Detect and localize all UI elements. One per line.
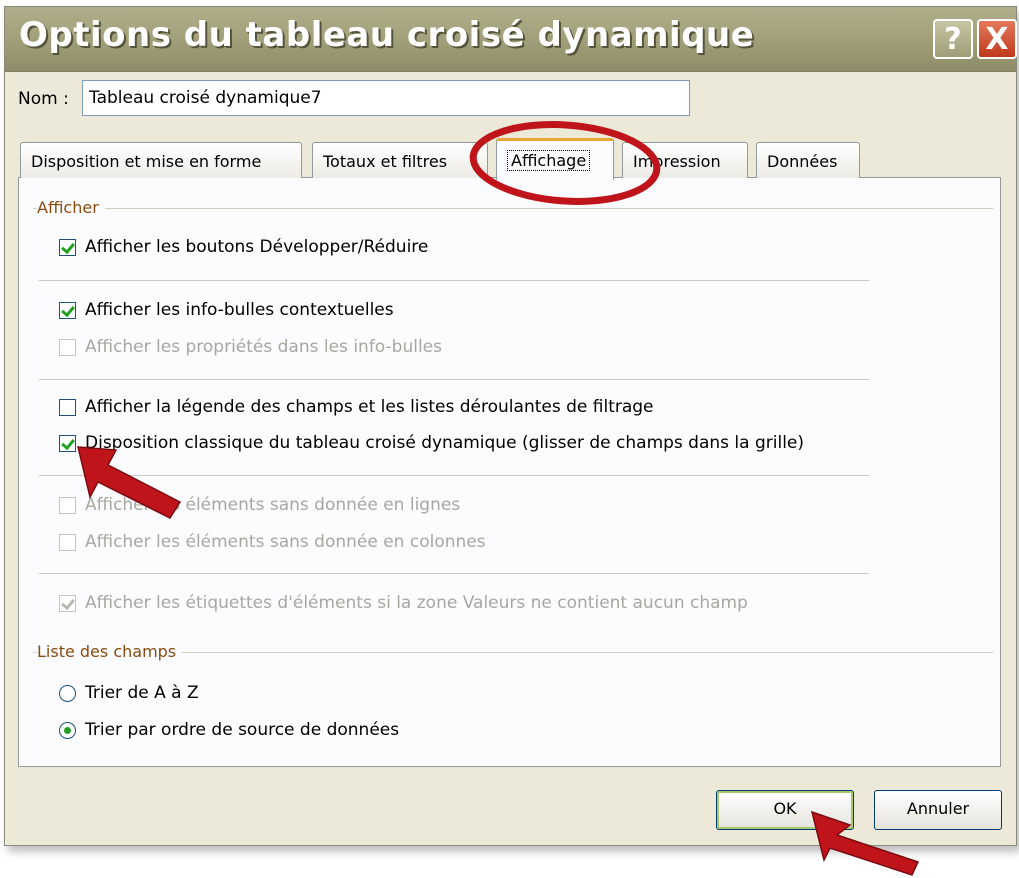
tab-affichage[interactable]: Affichage	[496, 138, 614, 180]
help-icon[interactable]: ?	[933, 19, 973, 59]
checkbox-empty-columns	[59, 533, 76, 551]
ok-button[interactable]: OK	[716, 790, 854, 830]
option-label: Afficher la légende des champs et les li…	[85, 397, 654, 417]
option-label: Disposition classique du tableau croisé …	[85, 433, 805, 453]
title-bar[interactable]: Options du tableau croisé dynamique ? X	[5, 7, 1017, 72]
group-label-afficher: Afficher	[37, 198, 105, 217]
option-label: Trier de A à Z	[85, 683, 199, 703]
tab-donnees[interactable]: Données	[756, 142, 860, 178]
option-label: Afficher les propriétés dans les info-bu…	[85, 337, 442, 357]
option-tooltip-properties: Afficher les propriétés dans les info-bu…	[59, 334, 442, 360]
dialog-title: Options du tableau croisé dynamique	[19, 15, 755, 55]
group-divider	[33, 208, 993, 209]
option-label: Afficher les info-bulles contextuelles	[85, 300, 394, 320]
option-expand-buttons[interactable]: Afficher les boutons Développer/Réduire	[59, 234, 428, 260]
option-empty-rows: Afficher les éléments sans donnée en lig…	[59, 492, 460, 518]
radio-sort-a-z[interactable]	[59, 684, 76, 702]
option-label: Trier par ordre de source de données	[85, 720, 400, 740]
option-classic-layout[interactable]: Disposition classique du tableau croisé …	[59, 430, 804, 456]
name-label: Nom :	[18, 89, 69, 109]
tab-disposition[interactable]: Disposition et mise en forme	[20, 142, 302, 178]
checkbox-field-captions[interactable]	[59, 398, 76, 416]
separator	[39, 280, 869, 281]
checkbox-contextual-tooltips[interactable]	[59, 301, 76, 319]
checkbox-item-labels	[59, 594, 76, 612]
separator	[39, 379, 869, 380]
radio-sort-source-order[interactable]	[59, 721, 76, 739]
name-field[interactable]	[82, 80, 690, 116]
group-label-field-list: Liste des champs	[37, 642, 183, 661]
option-label: Afficher les étiquettes d'éléments si la…	[85, 593, 748, 613]
tab-totaux-filtres[interactable]: Totaux et filtres	[312, 142, 488, 178]
separator	[39, 573, 869, 574]
checkbox-expand-buttons[interactable]	[59, 238, 76, 256]
tab-panel-affichage: Afficher Afficher les boutons Développer…	[18, 177, 1001, 767]
option-label: Afficher les boutons Développer/Réduire	[85, 237, 429, 257]
checkbox-empty-rows	[59, 496, 76, 514]
option-field-captions[interactable]: Afficher la légende des champs et les li…	[59, 394, 654, 420]
option-contextual-tooltips[interactable]: Afficher les info-bulles contextuelles	[59, 297, 394, 323]
option-label: Afficher les éléments sans donnée en lig…	[85, 495, 461, 515]
checkbox-tooltip-properties	[59, 338, 76, 356]
close-icon[interactable]: X	[977, 19, 1017, 59]
option-label: Afficher les éléments sans donnée en col…	[85, 532, 486, 552]
tab-impression[interactable]: Impression	[622, 142, 748, 178]
cancel-button[interactable]: Annuler	[874, 790, 1002, 830]
checkbox-classic-layout[interactable]	[59, 434, 76, 452]
option-empty-columns: Afficher les éléments sans donnée en col…	[59, 529, 486, 555]
tab-affichage-label: Affichage	[507, 150, 591, 171]
option-sort-a-z[interactable]: Trier de A à Z	[59, 680, 199, 706]
option-sort-source-order[interactable]: Trier par ordre de source de données	[59, 717, 399, 743]
option-item-labels: Afficher les étiquettes d'éléments si la…	[59, 590, 748, 616]
separator	[39, 475, 869, 476]
